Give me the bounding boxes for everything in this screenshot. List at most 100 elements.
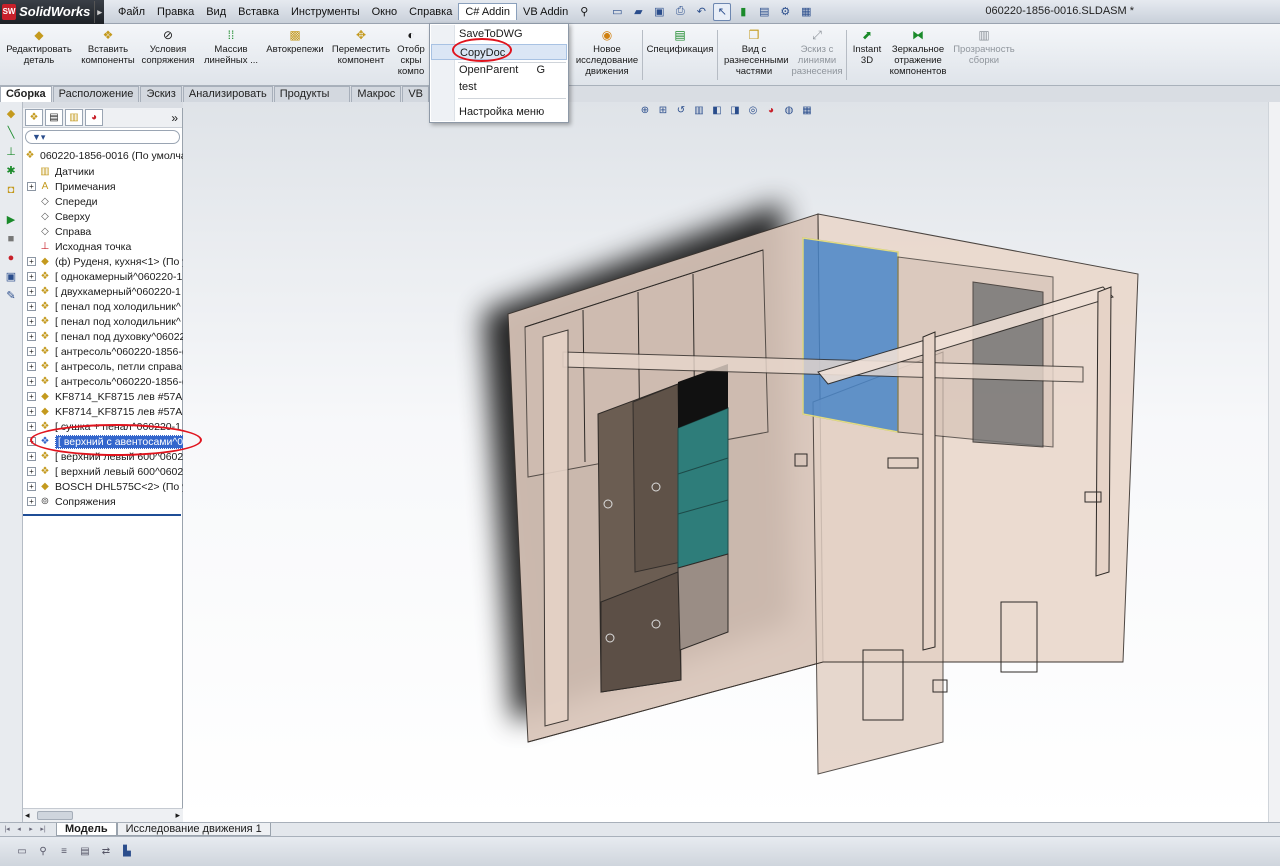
macro-new-icon[interactable]: ▣: [3, 270, 19, 284]
new-motion-study-button[interactable]: ◉ Новое исследование движения: [572, 28, 642, 77]
bom-button[interactable]: ▤ Спецификация: [646, 28, 714, 55]
graphics-area[interactable]: ⊕ ⊞ ↺ ▥ ◧ ◨ ◎ ◕ ◍ ▦ Y X Z: [183, 102, 1280, 866]
first-tab-icon[interactable]: |◂: [2, 825, 12, 835]
mirror-components-button[interactable]: ⧓ Зеркальное отражение компонентов: [886, 28, 950, 77]
expand-toggle-icon[interactable]: +: [27, 452, 36, 461]
expand-toggle-icon[interactable]: +: [27, 332, 36, 341]
expand-toggle-icon[interactable]: +: [27, 467, 36, 476]
smart-fasteners-button[interactable]: ▩ Автокрепежи: [262, 28, 328, 55]
tab-model[interactable]: Модель: [56, 823, 117, 836]
menu-insert[interactable]: Вставка: [232, 3, 285, 21]
expand-toggle-icon[interactable]: +: [27, 317, 36, 326]
menu-window[interactable]: Окно: [366, 3, 404, 21]
menu-csharp-addin[interactable]: C# Addin: [458, 3, 517, 20]
tab-macro[interactable]: Макрос: [351, 86, 402, 102]
status-icon-4[interactable]: ▤: [77, 845, 93, 859]
expand-toggle-icon[interactable]: +: [27, 302, 36, 311]
scroll-thumb[interactable]: [37, 811, 73, 820]
mate-button[interactable]: ⊘ Условия сопряжения: [138, 28, 198, 66]
tree-item[interactable]: + ◆ (ф) Руденя, кухня<1> (По у: [27, 254, 187, 269]
expand-toggle-icon[interactable]: +: [27, 392, 36, 401]
explode-line-sketch-button[interactable]: ⤢ Эскиз с линиями разнесения: [788, 28, 846, 77]
point-icon[interactable]: ✱: [3, 164, 19, 178]
menu-item-test[interactable]: test: [431, 79, 567, 95]
tree-item[interactable]: + A Примечания: [27, 179, 187, 194]
file-properties-icon[interactable]: ▤: [755, 3, 773, 21]
tree-item[interactable]: + ❖ [ антресоль^060220-1856-(: [27, 344, 187, 359]
hide-show-items-icon[interactable]: ◎: [746, 104, 760, 117]
tree-horizontal-scrollbar[interactable]: ◂ ▸: [23, 808, 183, 822]
tree-item[interactable]: ⊥ Исходная точка: [27, 239, 187, 254]
tree-item[interactable]: + ❖ [ пенал под холодильник^: [27, 299, 187, 314]
view-orientation-icon[interactable]: ◧: [710, 104, 724, 117]
status-icon-5[interactable]: ⇄: [98, 845, 114, 859]
feature-manager-tab-icon[interactable]: ❖: [25, 109, 43, 126]
expand-toggle-icon[interactable]: +: [27, 497, 36, 506]
display-manager-tab-icon[interactable]: ◕: [85, 109, 103, 126]
macro-edit-icon[interactable]: ✎: [3, 289, 19, 303]
menu-file[interactable]: Файл: [112, 3, 151, 21]
menu-item-customize-menu[interactable]: Настройка меню: [431, 104, 567, 120]
stop-icon[interactable]: ■: [3, 232, 19, 246]
section-view-icon[interactable]: ▥: [692, 104, 706, 117]
print-icon[interactable]: ⎙: [671, 3, 689, 21]
tree-item[interactable]: + ❖ [ антресоль^060220-1856-(: [27, 374, 187, 389]
status-icon-1[interactable]: ▭: [14, 845, 30, 859]
scroll-right-icon[interactable]: ▸: [175, 810, 180, 821]
options-icon[interactable]: ⚙: [776, 3, 794, 21]
open-folder-icon[interactable]: ▰: [629, 3, 647, 21]
view-options-icon[interactable]: ▦: [797, 3, 815, 21]
tab-layout[interactable]: Расположение: [52, 86, 140, 102]
axis-icon[interactable]: ⊥: [3, 145, 19, 159]
tree-item[interactable]: + ◆ BOSCH DHL575C<2> (По у: [27, 479, 187, 494]
move-component-button[interactable]: ✥ Переместить компонент: [330, 28, 392, 66]
expand-toggle-icon[interactable]: +: [27, 407, 36, 416]
record-icon[interactable]: ●: [3, 251, 19, 265]
play-icon[interactable]: ▶: [3, 213, 19, 227]
line-icon[interactable]: ╲: [3, 126, 19, 140]
tab-office-products[interactable]: Продукты Office: [273, 86, 351, 113]
menu-edit[interactable]: Правка: [151, 3, 200, 21]
tree-item[interactable]: + ◆ KF8714_KF8715 лев #57A1C: [27, 389, 187, 404]
insert-components-button[interactable]: ❖ Вставить компоненты: [78, 28, 138, 66]
tree-item[interactable]: ▥ Датчики: [27, 164, 187, 179]
scroll-left-icon[interactable]: ◂: [25, 810, 30, 821]
property-manager-tab-icon[interactable]: ▤: [45, 109, 63, 126]
pin-icon[interactable]: ⚲: [574, 2, 594, 21]
expand-toggle-icon[interactable]: +: [27, 347, 36, 356]
tree-item[interactable]: + ❖ [ пенал под холодильник^: [27, 314, 187, 329]
menu-item-open-parent[interactable]: OpenParent G: [431, 62, 567, 78]
viewport-scrollbar[interactable]: [1268, 102, 1280, 822]
app-logo[interactable]: SW SolidWorks ▸: [0, 0, 104, 24]
tree-item[interactable]: ◇ Сверху: [27, 209, 187, 224]
tree-item[interactable]: + ❖ [ двухкамерный^060220-1: [27, 284, 187, 299]
edit-part-button[interactable]: ◆ Редактировать деталь: [2, 28, 76, 66]
chevron-right-icon[interactable]: »: [171, 111, 178, 125]
status-icon-2[interactable]: ⚲: [35, 845, 51, 859]
expand-toggle-icon[interactable]: +: [27, 482, 36, 491]
menu-help[interactable]: Справка: [403, 3, 458, 21]
undo-icon[interactable]: ↶: [692, 3, 710, 21]
zoom-to-fit-icon[interactable]: ⊕: [638, 104, 652, 117]
assembly-transparency-button[interactable]: ▥ Прозрачность сборки: [952, 28, 1016, 66]
tree-item[interactable]: + ⊚ Сопряжения: [27, 494, 187, 509]
tree-item[interactable]: + ❖ [ верхний левый 600^0602: [27, 464, 187, 479]
expand-toggle-icon[interactable]: +: [27, 362, 36, 371]
expand-toggle-icon[interactable]: +: [27, 422, 36, 431]
apply-scene-icon[interactable]: ◍: [782, 104, 796, 117]
status-icon-6[interactable]: ▙: [119, 845, 135, 859]
zoom-area-icon[interactable]: ⊞: [656, 104, 670, 117]
expand-toggle-icon[interactable]: +: [27, 287, 36, 296]
edit-appearance-icon[interactable]: ◕: [764, 104, 778, 117]
tab-sketch[interactable]: Эскиз: [140, 86, 182, 102]
previous-view-icon[interactable]: ↺: [674, 104, 688, 117]
linear-pattern-button[interactable]: ⁞⁞ Массив линейных ...: [200, 28, 262, 66]
expand-toggle-icon[interactable]: +: [27, 272, 36, 281]
tree-item[interactable]: + ◆ KF8714_KF8715 лев #57A1C: [27, 404, 187, 419]
logo-chevron-icon[interactable]: ▸: [94, 0, 104, 23]
menu-view[interactable]: Вид: [200, 3, 232, 21]
smart-dimension-icon[interactable]: ◆: [3, 107, 19, 121]
mate-reference-icon[interactable]: ◘: [3, 183, 19, 197]
view-settings-icon[interactable]: ▦: [800, 104, 814, 117]
tree-filter-field[interactable]: ▼▾: [25, 130, 180, 144]
